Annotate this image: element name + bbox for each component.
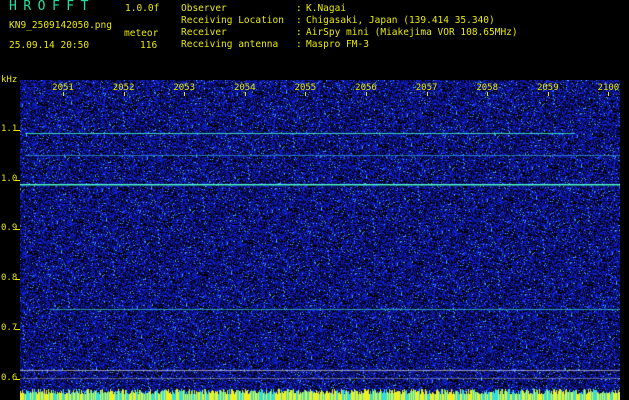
observer-colon: :	[296, 3, 302, 14]
app-title: HROFFT	[9, 0, 95, 14]
y-tick-label: 1.0	[1, 174, 18, 184]
mode-label: meteor	[124, 28, 159, 39]
y-unit-label: kHz	[1, 75, 18, 85]
y-tick-label: 0.8	[1, 273, 18, 283]
app-version: 1.0.0f	[125, 3, 160, 14]
file-name: KN9_2509142050.png	[9, 20, 112, 31]
x-tick-mark	[366, 92, 367, 96]
antenna-colon: :	[296, 39, 302, 50]
y-tick-mark	[15, 180, 20, 181]
y-tick-mark	[15, 130, 20, 131]
location-label: Receiving Location	[181, 15, 284, 26]
x-tick-mark	[184, 92, 186, 96]
y-tick-mark	[15, 279, 20, 280]
receiver-value: AirSpy mini (Miakejima VOR 108.65MHz)	[306, 27, 518, 38]
y-tick-label: 0.7	[1, 323, 18, 333]
y-tick-label: 0.9	[1, 223, 18, 233]
x-tick-mark	[305, 92, 307, 96]
right-margin	[620, 80, 629, 400]
x-tick-mark	[608, 92, 610, 96]
location-colon: :	[296, 15, 302, 26]
header-panel: HROFFT 1.0.0f KN9_2509142050.png meteor …	[0, 0, 629, 80]
y-tick-label: 1.1	[1, 124, 18, 134]
x-tick-mark	[63, 92, 64, 96]
y-tick-mark	[15, 229, 20, 230]
antenna-value: Maspro FM-3	[306, 39, 369, 50]
spectrogram-canvas	[20, 80, 620, 400]
date-time: 25.09.14 20:50	[9, 40, 90, 51]
y-tick-mark	[15, 379, 20, 380]
receiver-colon: :	[296, 27, 302, 38]
frequency-axis: kHz 1.1 1.0 0.9 0.8 0.7 0.6	[0, 75, 20, 400]
location-value: Chigasaki, Japan (139.414 35.340)	[306, 15, 495, 26]
antenna-label: Receiving antenna	[181, 39, 279, 50]
x-tick-mark	[426, 92, 428, 96]
x-tick-mark	[547, 92, 549, 96]
echo-count: 116	[140, 40, 158, 51]
spectrogram: kHz 1.1 1.0 0.9 0.8 0.7 0.6 2051 2052 2053 2054 2…	[0, 75, 629, 400]
y-tick-label: 0.6	[1, 373, 18, 383]
y-tick-mark	[15, 329, 20, 330]
x-tick-mark	[487, 92, 489, 96]
receiver-label: Receiver	[181, 27, 227, 38]
x-tick-mark	[123, 92, 125, 96]
observer-value: K.Nagai	[306, 3, 347, 14]
x-tick-mark	[244, 92, 246, 96]
observer-label: Observer	[181, 3, 227, 14]
